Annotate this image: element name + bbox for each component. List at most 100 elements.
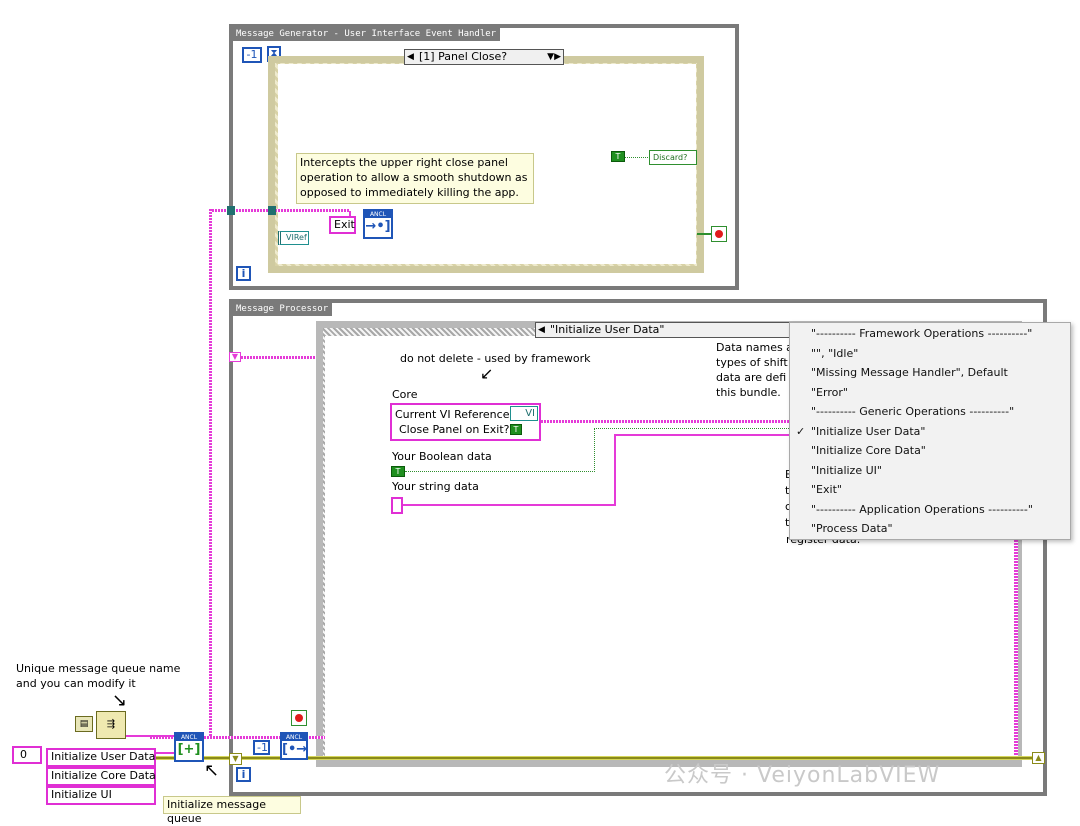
- queue-wire-vertical: [209, 209, 212, 739]
- menu-label-5: "Initialize User Data": [811, 424, 926, 438]
- decrement-arrow-icon[interactable]: ◀: [407, 50, 414, 64]
- data-names-note-line4: this bundle.: [716, 386, 781, 399]
- checkmark-icon: ✓: [796, 424, 806, 438]
- close-panel-boolean[interactable]: T: [510, 424, 522, 435]
- menu-label-1: "", "Idle": [811, 346, 859, 360]
- init-queue-label: Initialize message queue: [163, 796, 301, 825]
- timeout-constant[interactable]: -1: [242, 47, 262, 63]
- menu-item-idle[interactable]: "", "Idle": [790, 344, 1070, 364]
- menu-item-error[interactable]: "Error": [790, 383, 1070, 403]
- menu-label-2: "Missing Message Handler", Default: [811, 366, 1008, 379]
- menu-label-7: "Initialize UI": [811, 463, 882, 477]
- event-case-selector-label: [1] Panel Close?: [419, 50, 508, 63]
- menu-item-generic-operations[interactable]: "---------- Generic Operations ---------…: [790, 402, 1070, 422]
- iteration-terminal-icon: i: [236, 266, 251, 281]
- data-names-note-line3: data are defi: [716, 371, 787, 384]
- array-element-initialize-user-data[interactable]: Initialize User Data: [46, 748, 156, 767]
- boolean-data-wire-h: [405, 471, 595, 472]
- discard-terminal[interactable]: Discard?: [649, 150, 697, 165]
- dequeue-node[interactable]: ANCL [•→: [280, 732, 308, 760]
- shift-register-left-icon[interactable]: [227, 206, 235, 215]
- case-selector-dropdown[interactable]: "---------- Framework Operations -------…: [789, 322, 1071, 540]
- true-constant[interactable]: T: [611, 151, 625, 162]
- menu-item-missing-message-handler[interactable]: "Missing Message Handler", Default: [790, 363, 1070, 383]
- string-data-constant[interactable]: [391, 497, 403, 514]
- array-index-value: 0: [20, 748, 27, 761]
- dequeue-header: ANCL: [282, 734, 306, 741]
- exit-constant[interactable]: Exit: [329, 216, 356, 234]
- boolean-data-wire-top: [594, 428, 791, 429]
- menu-item-process-data[interactable]: "Process Data": [790, 519, 1070, 539]
- shift-register-error-icon[interactable]: ▼: [229, 753, 242, 765]
- message-case-selector[interactable]: ◀ "Initialize User Data": [535, 322, 795, 338]
- processor-stop-icon[interactable]: [291, 710, 307, 726]
- decrement-arrow-icon-2[interactable]: ◀: [538, 323, 545, 337]
- cluster-item-close-panel: Close Panel on Exit?: [399, 423, 510, 436]
- vi-name-function-icon[interactable]: ▤: [75, 716, 93, 732]
- enqueue-node[interactable]: ANCL →•]: [363, 209, 393, 239]
- cluster-item-vi-reference: Current VI Reference: [395, 408, 510, 421]
- array-element-initialize-core-data[interactable]: Initialize Core Data: [46, 767, 156, 786]
- right-pink-wire: [1014, 540, 1018, 756]
- array-index[interactable]: 0: [12, 746, 42, 764]
- shift-register-wire: [241, 356, 323, 359]
- boolean-data-wire-v: [594, 428, 595, 472]
- init-queue-node[interactable]: ANCL [+]: [174, 732, 204, 762]
- processor-iteration-terminal-icon: i: [236, 767, 251, 782]
- string-data-wire-v: [614, 434, 616, 506]
- dequeue-timeout-constant[interactable]: -1: [253, 740, 270, 755]
- vi-glyph: VI: [525, 408, 535, 419]
- init-queue-header: ANCL: [176, 734, 202, 741]
- queue-name-annotation-line1: Unique message queue name: [16, 662, 181, 675]
- shift-register-down-icon[interactable]: ▼: [229, 352, 241, 362]
- core-cluster[interactable]: Current VI Reference Close Panel on Exit…: [390, 403, 541, 441]
- core-label: Core: [392, 388, 418, 401]
- menu-item-exit[interactable]: "Exit": [790, 480, 1070, 500]
- menu-item-initialize-user-data[interactable]: ✓ "Initialize User Data": [790, 422, 1070, 442]
- iteration-glyph: i: [241, 267, 246, 280]
- queue-name-wire: [126, 735, 176, 737]
- stop-terminal-icon[interactable]: [711, 226, 727, 242]
- menu-label-10: "Process Data": [811, 522, 893, 535]
- vi-ref-label: VIRef: [286, 233, 307, 242]
- menu-label-6: "Initialize Core Data": [811, 444, 926, 457]
- discard-label: Discard?: [653, 153, 688, 162]
- case-dropdown-icon[interactable]: ▼▶: [547, 50, 561, 64]
- vi-reference-icon[interactable]: VI: [510, 406, 538, 421]
- menu-label-0: "---------- Framework Operations -------…: [811, 327, 1033, 340]
- shift-register-up-icon[interactable]: ▲: [1032, 752, 1045, 764]
- vi-ref-tunnel[interactable]: VIRef: [278, 231, 309, 245]
- concatenate-function-icon[interactable]: ⇶: [96, 711, 126, 739]
- cluster-output-wire: [541, 420, 791, 423]
- menu-item-framework-operations[interactable]: "---------- Framework Operations -------…: [790, 324, 1070, 344]
- tunnel-icon[interactable]: [268, 206, 276, 215]
- message-case-selector-label: "Initialize User Data": [550, 323, 665, 336]
- do-not-delete-note: do not delete - used by framework: [400, 352, 591, 365]
- queue-name-annotation-line2: and you can modify it: [16, 677, 136, 690]
- dequeue-glyph: [•→: [282, 742, 308, 757]
- string-data-wire-top: [614, 434, 791, 436]
- loop-condition-wire: [697, 233, 711, 235]
- data-names-note-line2: types of shift: [716, 356, 788, 369]
- boolean-data-label: Your Boolean data: [392, 450, 492, 463]
- string-data-wire-h: [403, 504, 616, 506]
- processor-iteration-glyph: i: [241, 768, 246, 781]
- string-data-label: Your string data: [392, 480, 479, 493]
- array-wire: [156, 752, 176, 754]
- menu-item-application-operations[interactable]: "---------- Application Operations -----…: [790, 500, 1070, 520]
- enqueue-glyph: →•]: [365, 219, 391, 234]
- menu-item-initialize-ui[interactable]: "Initialize UI": [790, 461, 1070, 481]
- init-queue-glyph: [+]: [177, 742, 201, 757]
- pointer-arrow-icon: ↙: [480, 364, 494, 383]
- menu-label-9: "---------- Application Operations -----…: [811, 502, 1033, 516]
- array-element-initialize-ui[interactable]: Initialize UI: [46, 786, 156, 805]
- menu-item-initialize-core-data[interactable]: "Initialize Core Data": [790, 441, 1070, 461]
- panel-close-note: Intercepts the upper right close panel o…: [296, 153, 534, 204]
- boolean-data-constant[interactable]: T: [391, 466, 405, 477]
- watermark-text: 公众号 · VeiyonLabVIEW: [664, 763, 941, 788]
- menu-label-4: "---------- Generic Operations ---------…: [811, 405, 1015, 418]
- data-names-note-line1: Data names a: [716, 341, 793, 354]
- init-queue-pointer-icon: ↖: [204, 760, 220, 781]
- menu-label-8: "Exit": [811, 483, 842, 496]
- event-case-selector[interactable]: ◀ [1] Panel Close? ▼▶: [404, 49, 564, 65]
